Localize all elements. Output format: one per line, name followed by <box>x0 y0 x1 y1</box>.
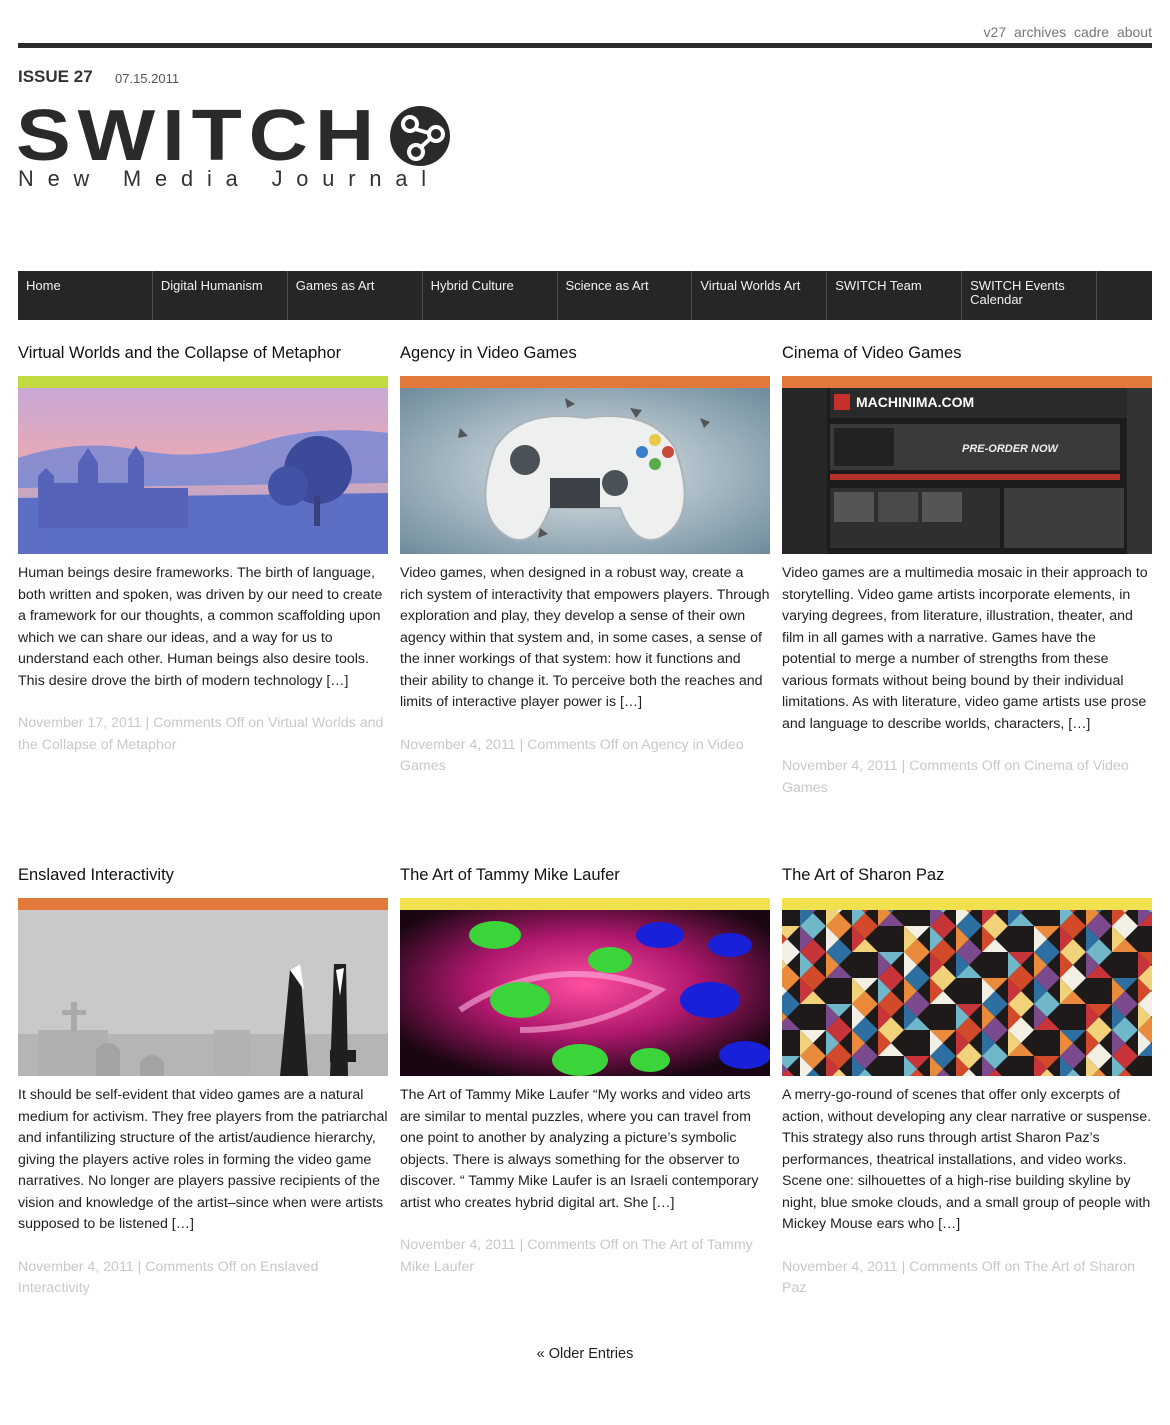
logo-wordmark: SWITCH <box>18 100 381 176</box>
nav-item-hybrid-culture[interactable]: Hybrid Culture <box>423 271 558 320</box>
logo-tagline: New Media Journal <box>18 166 440 191</box>
post-accent-bar <box>782 898 1152 910</box>
issue-label: ISSUE 27 <box>18 67 93 86</box>
post-card: Virtual Worlds and the Collapse of Metap… <box>18 344 388 756</box>
post-card: Enslaved Interactivity It should be self… <box>18 866 388 1300</box>
post-card: The Art of Sharon Paz A merry-go-round o… <box>782 866 1152 1300</box>
nav-item-science-as-art[interactable]: Science as Art <box>558 271 693 320</box>
site-logo[interactable]: SWITCH New Media Journal <box>16 96 458 192</box>
post-thumbnail[interactable] <box>400 388 770 554</box>
post-excerpt: The Art of Tammy Mike Laufer “My works a… <box>400 1087 759 1211</box>
post-thumbnail[interactable] <box>18 388 388 554</box>
post-title[interactable]: The Art of Sharon Paz <box>782 866 1152 898</box>
post-thumbnail[interactable] <box>400 910 770 1076</box>
post-excerpt: Human beings desire frameworks. The birt… <box>18 565 383 689</box>
older-entries-link[interactable]: « Older Entries <box>0 1346 1170 1362</box>
post-title[interactable]: The Art of Tammy Mike Laufer <box>400 866 770 898</box>
post-accent-bar <box>18 898 388 910</box>
post-card: The Art of Tammy Mike Laufer The Art of … <box>400 866 770 1278</box>
nav-item-events-calendar[interactable]: SWITCH Events Calendar <box>962 271 1097 320</box>
post-excerpt: Video games are a multimedia mosaic in t… <box>782 565 1148 732</box>
logo-mark-icon <box>390 106 450 166</box>
post-meta[interactable]: November 4, 2011 | Comments Off on Cinem… <box>782 756 1152 799</box>
post-card: Agency in Video Games Video games, when … <box>400 344 770 778</box>
post-excerpt: Video games, when designed in a robust w… <box>400 565 770 710</box>
issue-date: 07.15.2011 <box>115 71 180 86</box>
post-card: Cinema of Video Games MACHINIMA.COM PRE-… <box>782 344 1152 799</box>
post-title[interactable]: Enslaved Interactivity <box>18 866 388 898</box>
top-link-cadre[interactable]: cadre <box>1074 24 1109 40</box>
post-accent-bar <box>18 376 388 388</box>
top-rule <box>18 43 1152 48</box>
post-title[interactable]: Virtual Worlds and the Collapse of Metap… <box>18 344 388 376</box>
nav-item-games-as-art[interactable]: Games as Art <box>288 271 423 320</box>
post-accent-bar <box>400 376 770 388</box>
post-meta[interactable]: November 4, 2011 | Comments Off on The A… <box>782 1257 1152 1300</box>
post-thumbnail[interactable]: MACHINIMA.COM PRE-ORDER NOW <box>782 388 1152 554</box>
nav-item-home[interactable]: Home <box>18 271 153 320</box>
machinima-brand-text: MACHINIMA.COM <box>856 394 974 410</box>
nav-item-switch-team[interactable]: SWITCH Team <box>827 271 963 320</box>
post-thumbnail[interactable] <box>782 910 1152 1076</box>
post-meta[interactable]: November 4, 2011 | Comments Off on Ensla… <box>18 1257 388 1300</box>
post-accent-bar <box>400 898 770 910</box>
post-meta[interactable]: November 17, 2011 | Comments Off on Virt… <box>18 713 388 756</box>
top-link-archives[interactable]: archives <box>1014 24 1066 40</box>
nav-item-digital-humanism[interactable]: Digital Humanism <box>153 271 288 320</box>
top-links: v27 archives cadre about <box>980 24 1152 40</box>
top-link-v27[interactable]: v27 <box>984 24 1007 40</box>
post-accent-bar <box>782 376 1152 388</box>
main-nav: Home Digital Humanism Games as Art Hybri… <box>18 271 1152 320</box>
post-excerpt: A merry-go-round of scenes that offer on… <box>782 1087 1152 1232</box>
post-excerpt: It should be self-evident that video gam… <box>18 1087 388 1232</box>
post-title[interactable]: Agency in Video Games <box>400 344 770 376</box>
post-meta[interactable]: November 4, 2011 | Comments Off on The A… <box>400 1235 770 1278</box>
post-meta[interactable]: November 4, 2011 | Comments Off on Agenc… <box>400 735 770 778</box>
post-title[interactable]: Cinema of Video Games <box>782 344 1152 376</box>
top-link-about[interactable]: about <box>1117 24 1152 40</box>
nav-item-virtual-worlds-art[interactable]: Virtual Worlds Art <box>692 271 828 320</box>
post-thumbnail[interactable] <box>18 910 388 1076</box>
preorder-banner-text: PRE-ORDER NOW <box>962 443 1060 455</box>
